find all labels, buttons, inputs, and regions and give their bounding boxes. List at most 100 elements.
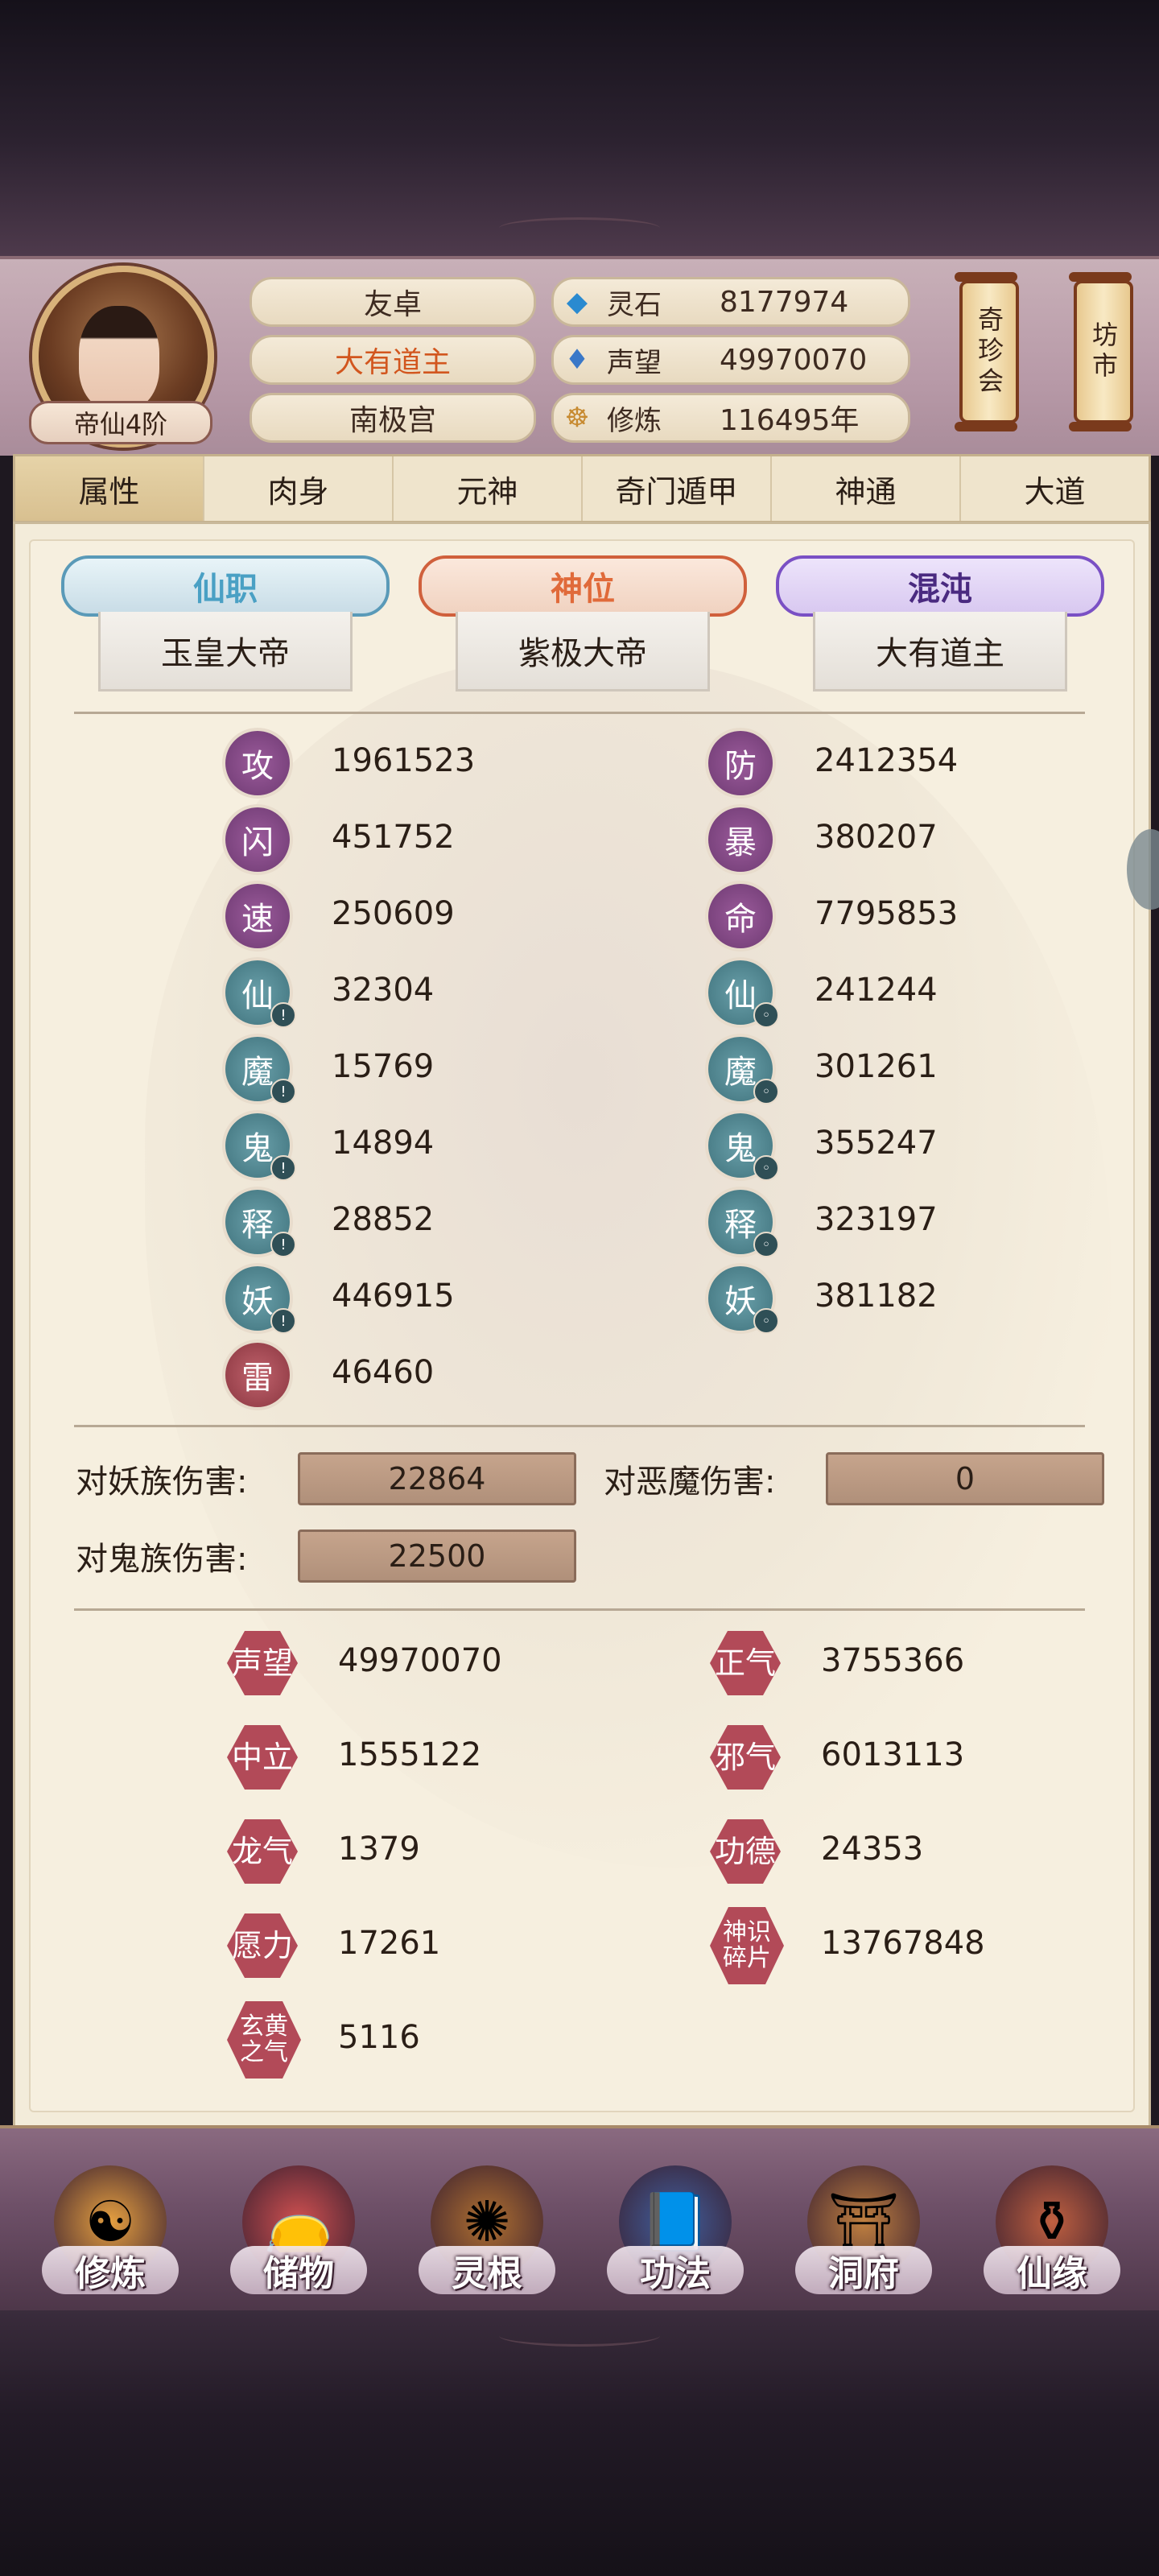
nav-item-label: 仙缘 [1017, 2253, 1087, 2294]
top-ornament [499, 217, 660, 239]
info-mark-icon: ! [270, 1079, 296, 1104]
stat-icon-stats_right-6[interactable]: 释 ◦ [708, 1190, 779, 1257]
stat-icon-stats_left-2[interactable]: 速 [225, 884, 290, 948]
extra-stat-value: 24353 [821, 1831, 924, 1868]
ring-mark-icon: ◦ [753, 1308, 779, 1334]
stat-icon-stats_right-4[interactable]: 魔 ◦ [708, 1037, 779, 1104]
stat-icon-stats_left-0[interactable]: 攻 [225, 731, 290, 795]
stat-glyph: 速 [241, 901, 274, 938]
stat-value: 446915 [332, 1278, 455, 1315]
stat-glyph: 魔 [241, 1054, 274, 1091]
stat-icon-stats_right-2[interactable]: 命 [708, 884, 773, 948]
extra-stat-value: 1379 [338, 1831, 420, 1868]
stat-glyph: 雷 [241, 1360, 274, 1397]
nav-item-1[interactable]: 👝 储物 [230, 2149, 367, 2310]
stat-value: 15769 [332, 1048, 435, 1085]
extra-stat-glyph: 神识碎片 [723, 1918, 771, 1972]
stat-icon-stats_left-3[interactable]: 仙! [225, 960, 296, 1028]
damage-devil-label: 对恶魔伤害: [604, 1463, 776, 1501]
stat-value: 355247 [815, 1125, 938, 1162]
nav-item-label: 储物 [263, 2253, 334, 2294]
stat-glyph: 命 [724, 901, 757, 938]
extra-stat-glyph: 声望 [231, 1645, 293, 1681]
stat-glyph: 释 [241, 1207, 274, 1244]
nav-item-label: 功法 [640, 2253, 711, 2294]
stat-icon-stats_left-7[interactable]: 妖! [225, 1266, 296, 1334]
prestige-value: 49970070 [720, 343, 868, 377]
stat-icon-stats_left-1[interactable]: 闪 [225, 807, 290, 872]
stat-value: 32304 [332, 972, 435, 1009]
damage-demon-race-value: 22864 [298, 1452, 576, 1505]
stat-icon-stats_left-8[interactable]: 雷 [225, 1343, 290, 1407]
damage-devil-value: 0 [826, 1452, 1104, 1505]
tab-bar: 属性 肉身 元神 奇门遁甲 神通 大道 [13, 454, 1151, 523]
extra-stat-value: 1555122 [338, 1736, 482, 1773]
nav-item-0[interactable]: ☯ 修炼 [42, 2149, 179, 2310]
stat-icon-stats_left-5[interactable]: 鬼! [225, 1113, 296, 1181]
stat-value: 323197 [815, 1201, 938, 1238]
tab-body[interactable]: 肉身 [204, 456, 394, 521]
tab-powers[interactable]: 神通 [772, 456, 961, 521]
stat-value: 301261 [815, 1048, 938, 1085]
stat-glyph: 鬼 [724, 1130, 757, 1167]
stat-icon-stats_right-7[interactable]: 妖 ◦ [708, 1266, 779, 1334]
stat-icon-stats_left-4[interactable]: 魔! [225, 1037, 296, 1104]
stat-value: 2412354 [815, 742, 959, 779]
nav-item-label: 洞府 [828, 2253, 899, 2294]
stat-icon-stats_right-5[interactable]: 鬼 ◦ [708, 1113, 779, 1181]
nav-item-4[interactable]: ⛩ 洞府 [795, 2149, 932, 2310]
tab-dao[interactable]: 大道 [961, 456, 1149, 521]
stat-glyph: 仙 [241, 977, 274, 1014]
extra-stat-value: 3755366 [821, 1642, 965, 1679]
spirit-stone-icon: ◆ [566, 286, 588, 318]
extra-stat-value: 5116 [338, 2019, 420, 2056]
stat-value: 241244 [815, 972, 938, 1009]
damage-demon-race-label: 对妖族伤害: [76, 1463, 248, 1501]
nav-item-label: 灵根 [452, 2253, 522, 2294]
stat-icon-stats_right-1[interactable]: 暴 [708, 807, 773, 872]
meditation-icon: ☸ [564, 402, 590, 434]
stat-glyph: 闪 [241, 824, 274, 861]
nav-item-2[interactable]: ✺ 灵根 [419, 2149, 555, 2310]
stat-glyph: 释 [724, 1207, 757, 1244]
stat-glyph: 仙 [724, 977, 757, 1014]
divider-2 [74, 1425, 1085, 1427]
extra-stat-value: 49970070 [338, 1642, 502, 1679]
extra-stat-glyph: 邪气 [714, 1740, 776, 1775]
player-title: 大有道主 [250, 335, 536, 385]
divine-rank-badge: 神位 [419, 555, 747, 617]
extra-stat-glyph: 中立 [231, 1740, 293, 1775]
nav-item-3[interactable]: 📘 功法 [607, 2149, 744, 2310]
stat-icon-stats_right-3[interactable]: 仙 ◦ [708, 960, 779, 1028]
stat-icon-stats_left-6[interactable]: 释! [225, 1190, 296, 1257]
extra-stat-value: 17261 [338, 1925, 441, 1962]
stat-glyph: 妖 [241, 1283, 274, 1320]
stat-glyph: 妖 [724, 1283, 757, 1320]
stat-value: 7795853 [815, 895, 959, 932]
stat-value: 14894 [332, 1125, 435, 1162]
stat-glyph: 鬼 [241, 1130, 274, 1167]
divine-rank-value: 紫极大帝 [456, 612, 710, 691]
extra-stat-glyph: 玄黄之气 [240, 2013, 288, 2066]
ring-mark-icon: ◦ [753, 1079, 779, 1104]
tab-attributes[interactable]: 属性 [15, 456, 204, 521]
info-mark-icon: ! [270, 1308, 296, 1334]
avatar-portrait [79, 306, 159, 411]
tab-spirit[interactable]: 元神 [394, 456, 583, 521]
resource-spirit-stone: ◆ 灵石 8177974 [551, 277, 910, 327]
tab-qimen[interactable]: 奇门遁甲 [583, 456, 772, 521]
stat-glyph: 攻 [241, 748, 274, 785]
stat-value: 1961523 [332, 742, 476, 779]
info-mark-icon: ! [270, 1002, 296, 1028]
stat-icon-stats_right-0[interactable]: 防 [708, 731, 773, 795]
ring-mark-icon: ◦ [753, 1002, 779, 1028]
treasure-fair-button[interactable]: 奇珍会 [955, 272, 1019, 431]
nav-item-5[interactable]: ⚱ 仙缘 [984, 2149, 1120, 2310]
divider-1 [74, 712, 1085, 714]
chaos-badge: 混沌 [776, 555, 1104, 617]
market-button[interactable]: 坊市 [1069, 272, 1133, 431]
ring-mark-icon: ◦ [753, 1232, 779, 1257]
stat-value: 250609 [332, 895, 455, 932]
info-mark-icon: ! [270, 1232, 296, 1257]
rank-badge: 帝仙4阶 [29, 401, 212, 444]
